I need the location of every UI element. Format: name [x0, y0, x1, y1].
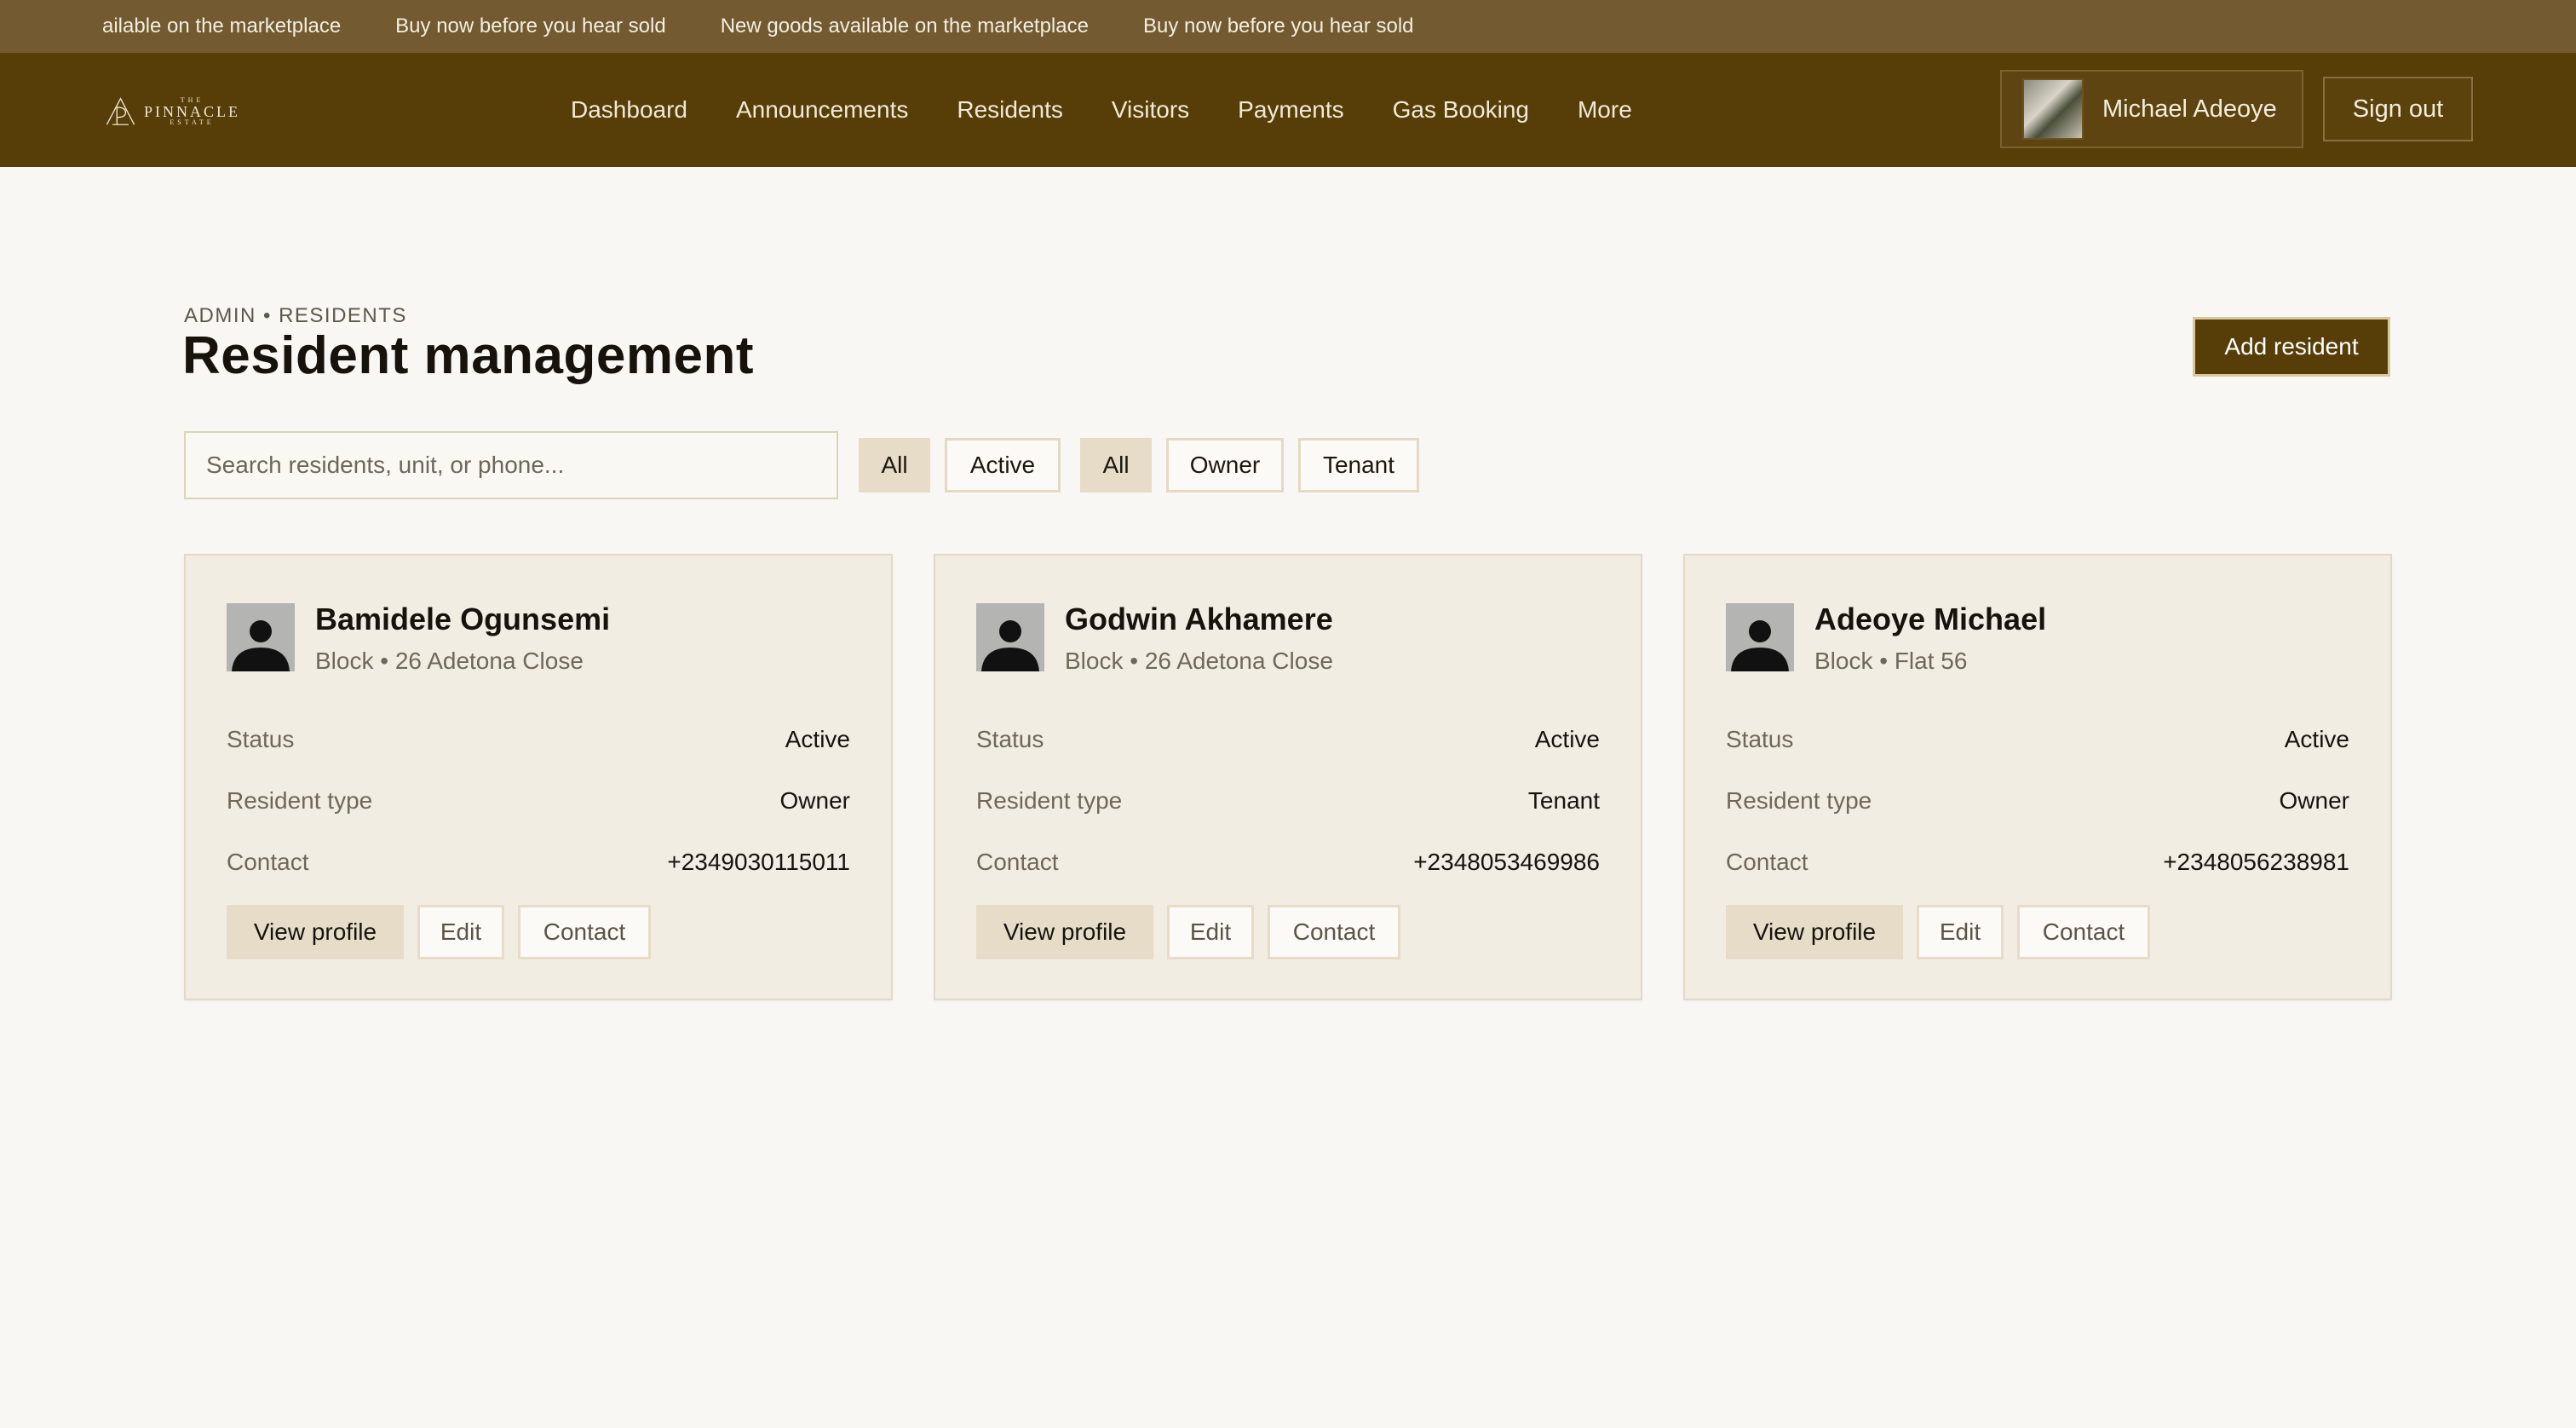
status-row: Status Active	[227, 723, 850, 757]
status-row: Status Active	[976, 723, 1600, 757]
filter-type-tenant[interactable]: Tenant	[1298, 438, 1419, 492]
nav-residents[interactable]: Residents	[957, 96, 1063, 124]
ticker-item: New goods available on the marketplace	[720, 14, 1089, 37]
logo-bottom-text: ESTATE	[170, 118, 215, 126]
ticker-item: Buy now before you hear sold	[395, 14, 666, 37]
contact-button[interactable]: Contact	[518, 905, 651, 959]
view-profile-button[interactable]: View profile	[227, 905, 404, 959]
pinnacle-logo[interactable]: THE PINNACLE ESTATE	[104, 90, 240, 133]
edit-button[interactable]: Edit	[1167, 905, 1254, 959]
contact-row: Contact +2348053469986	[976, 845, 1600, 879]
nav-gas-booking[interactable]: Gas Booking	[1393, 96, 1529, 124]
view-profile-button[interactable]: View profile	[1726, 905, 1903, 959]
user-profile-button[interactable]: Michael Adeoye	[2000, 70, 2303, 148]
contact-row: Contact +2349030115011	[227, 845, 850, 879]
status-row: Status Active	[1726, 723, 2349, 757]
resident-unit: Block • 26 Adetona Close	[1065, 648, 1333, 674]
avatar-placeholder-icon	[976, 603, 1044, 671]
avatar	[2022, 78, 2084, 140]
view-profile-button[interactable]: View profile	[976, 905, 1153, 959]
contact-value: +2348053469986	[1413, 849, 1600, 875]
status-value: Active	[785, 726, 850, 752]
add-resident-button[interactable]: Add resident	[2193, 317, 2390, 377]
status-value: Active	[1534, 726, 1600, 752]
nav-more[interactable]: More	[1578, 96, 1632, 124]
status-label: Status	[1726, 726, 1794, 752]
contact-label: Contact	[227, 849, 309, 875]
contact-value: +2349030115011	[667, 849, 850, 875]
filter-type-owner[interactable]: Owner	[1166, 438, 1284, 492]
resident-card: Bamidele Ogunsemi Block • 26 Adetona Clo…	[184, 554, 893, 1000]
type-row: Resident type Owner	[1726, 784, 2349, 818]
resident-card: Godwin Akhamere Block • 26 Adetona Close…	[934, 554, 1642, 1000]
filter-status-all[interactable]: All	[859, 438, 930, 492]
user-name: Michael Adeoye	[2102, 95, 2277, 123]
search-input[interactable]	[184, 431, 838, 499]
type-value: Owner	[2279, 787, 2349, 814]
resident-unit: Block • Flat 56	[1814, 648, 1968, 674]
status-label: Status	[227, 726, 295, 752]
nav-dashboard[interactable]: Dashboard	[571, 96, 687, 124]
type-label: Resident type	[1726, 787, 1872, 814]
contact-label: Contact	[1726, 849, 1808, 875]
page-title: Resident management	[182, 326, 755, 385]
nav-announcements[interactable]: Announcements	[736, 96, 908, 124]
sign-out-button[interactable]: Sign out	[2323, 77, 2473, 141]
contact-label: Contact	[976, 849, 1059, 875]
nav-visitors[interactable]: Visitors	[1112, 96, 1189, 124]
contact-button[interactable]: Contact	[2017, 905, 2150, 959]
type-row: Resident type Owner	[227, 784, 850, 818]
ticker-item: Buy now before you hear sold	[1142, 14, 1414, 37]
nav-payments[interactable]: Payments	[1238, 96, 1344, 124]
resident-name: Adeoye Michael	[1814, 602, 2047, 636]
status-value: Active	[2284, 726, 2349, 752]
resident-card: Adeoye Michael Block • Flat 56 Status Ac…	[1683, 554, 2392, 1000]
announcement-ticker: ailable on the marketplace Buy now befor…	[0, 0, 2576, 53]
resident-name: Godwin Akhamere	[1065, 602, 1333, 636]
breadcrumb: ADMIN • RESIDENTS	[184, 304, 407, 327]
type-label: Resident type	[227, 787, 373, 814]
type-value: Tenant	[1527, 787, 1600, 814]
filter-type-all[interactable]: All	[1080, 438, 1152, 492]
avatar-placeholder-icon	[1726, 603, 1794, 671]
ticker-item: ailable on the marketplace	[102, 14, 342, 37]
filter-status-active[interactable]: Active	[945, 438, 1061, 492]
resident-name: Bamidele Ogunsemi	[315, 602, 611, 636]
avatar-placeholder-icon	[227, 603, 295, 671]
resident-unit: Block • 26 Adetona Close	[315, 648, 584, 674]
contact-row: Contact +2348056238981	[1726, 845, 2349, 879]
type-value: Owner	[779, 787, 850, 814]
edit-button[interactable]: Edit	[1917, 905, 2004, 959]
logo-name: PINNACLE	[144, 103, 240, 120]
edit-button[interactable]: Edit	[417, 905, 504, 959]
pinnacle-logo-icon	[106, 97, 135, 125]
contact-button[interactable]: Contact	[1268, 905, 1400, 959]
main-nav: Dashboard Announcements Residents Visito…	[571, 53, 1632, 167]
type-label: Resident type	[976, 787, 1123, 814]
status-label: Status	[976, 726, 1044, 752]
type-row: Resident type Tenant	[976, 784, 1600, 818]
contact-value: +2348056238981	[2163, 849, 2349, 875]
